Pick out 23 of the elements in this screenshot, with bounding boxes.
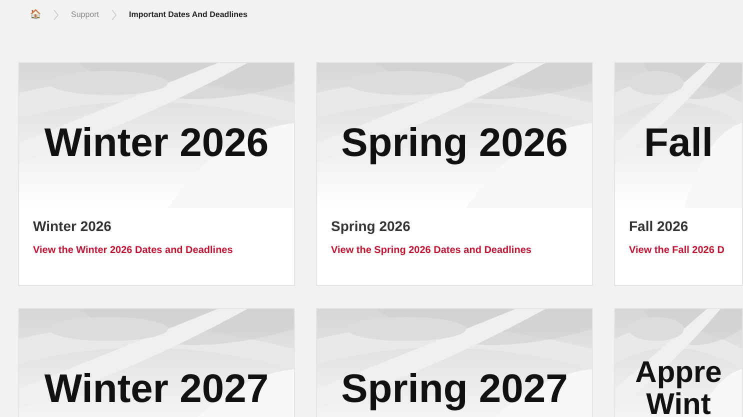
card-title: Spring 2026 xyxy=(331,217,412,236)
chevron-icon xyxy=(111,9,118,21)
banner-title: Winter 2026 xyxy=(44,122,269,164)
dates-link[interactable]: View the Fall 2026 D xyxy=(629,245,724,256)
home-icon[interactable]: 🏠 xyxy=(30,8,41,22)
card[interactable]: Spring 2027 xyxy=(316,308,593,417)
banner-title: Spring 2026 xyxy=(341,122,568,164)
card[interactable]: Appre Wint xyxy=(614,308,743,417)
banner-title: Wint xyxy=(646,388,711,417)
card[interactable]: Spring 2026 Spring 2026 View the Spring 2026 Dates and Deadlines xyxy=(316,62,593,286)
card[interactable]: Winter 2026 Winter 2026 View the Winter 2026 Dates and Deadlines xyxy=(18,62,295,286)
breadcrumb-current: Important Dates And Deadlines xyxy=(129,9,248,21)
banner-title: Winter 2027 xyxy=(44,368,269,410)
dates-link[interactable]: View the Winter 2026 Dates and Deadlines xyxy=(33,245,233,256)
banner-title: Appre xyxy=(635,357,722,388)
card-title: Winter 2026 xyxy=(33,217,112,236)
banner-title: Spring 2027 xyxy=(341,368,568,410)
dates-link[interactable]: View the Spring 2026 Dates and Deadlines xyxy=(331,245,532,256)
card[interactable]: Fall Fall 2026 View the Fall 2026 D xyxy=(614,62,743,286)
card[interactable]: Winter 2027 xyxy=(18,308,295,417)
chevron-icon xyxy=(53,9,59,21)
banner-title: Fall xyxy=(644,122,713,164)
card-title: Fall 2026 xyxy=(629,217,690,236)
